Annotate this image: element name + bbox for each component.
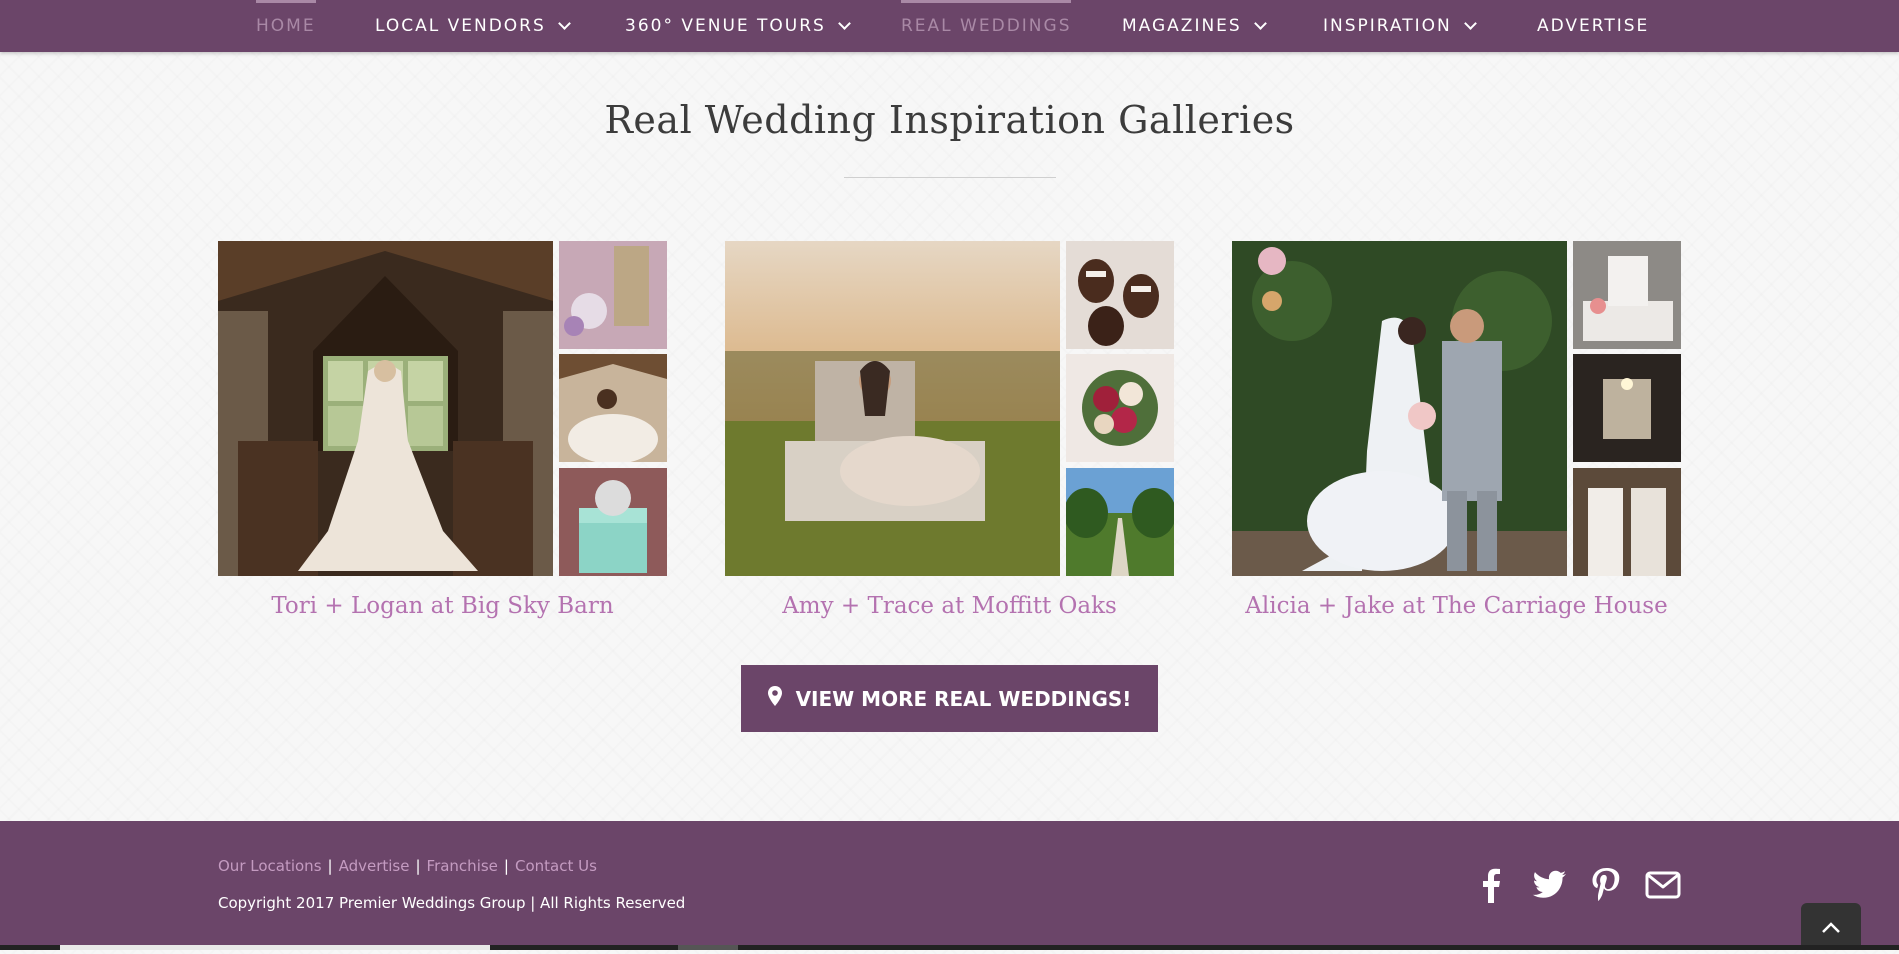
footer-separator: | [327, 857, 333, 875]
gallery-card: Amy + Trace at Moffitt Oaks [725, 241, 1174, 626]
nav-venue-tours-label: 360° VENUE TOURS [625, 16, 826, 36]
nav-home[interactable]: HOME [256, 0, 316, 52]
view-more-weddings-label: VIEW MORE REAL WEDDINGS! [795, 686, 1132, 711]
bottom-strip-segment [60, 945, 490, 950]
copyright-text: Copyright 2017 Premier Weddings Group | … [218, 894, 686, 912]
title-divider [844, 177, 1056, 178]
main-navigation: HOME LOCAL VENDORS 360° VENUE TOURS REAL… [0, 0, 1899, 52]
bottom-strip-segment [678, 945, 738, 950]
gallery-thumb[interactable] [1066, 354, 1174, 462]
bottom-strip [0, 945, 1899, 950]
gallery-title-link[interactable]: Tori + Logan at Big Sky Barn [218, 593, 667, 619]
footer: Our Locations | Advertise | Franchise | Contac… [0, 821, 1899, 950]
gallery-card: Tori + Logan at Big Sky Barn [218, 241, 667, 626]
chevron-down-icon [557, 16, 571, 30]
nav-advertise[interactable]: ADVERTISE [1537, 0, 1649, 52]
scroll-to-top-button[interactable] [1801, 903, 1861, 950]
nav-local-vendors[interactable]: LOCAL VENDORS [375, 0, 571, 52]
footer-separator: | [503, 857, 509, 875]
gallery-thumb[interactable] [1066, 241, 1174, 349]
footer-link-franchise[interactable]: Franchise [427, 857, 498, 875]
nav-local-vendors-label: LOCAL VENDORS [375, 16, 546, 36]
gallery-thumb[interactable] [1066, 468, 1174, 576]
footer-link-contact-us[interactable]: Contact Us [515, 857, 597, 875]
nav-inspiration[interactable]: INSPIRATION [1323, 0, 1477, 52]
section-title: Real Wedding Inspiration Galleries [604, 98, 1295, 142]
nav-magazines-label: MAGAZINES [1122, 16, 1242, 36]
nav-real-weddings[interactable]: REAL WEDDINGS [901, 0, 1072, 52]
footer-link-advertise[interactable]: Advertise [339, 857, 410, 875]
gallery-card: Alicia + Jake at The Carriage House [1232, 241, 1681, 626]
nav-inspiration-label: INSPIRATION [1323, 16, 1452, 36]
gallery-main-photo[interactable] [218, 241, 553, 576]
footer-link-our-locations[interactable]: Our Locations [218, 857, 322, 875]
nav-advertise-label: ADVERTISE [1537, 16, 1650, 36]
twitter-icon[interactable] [1529, 865, 1569, 905]
gallery-thumb[interactable] [1573, 241, 1681, 349]
footer-links: Our Locations | Advertise | Franchise | Contac… [218, 857, 597, 875]
nav-home-label: HOME [256, 16, 316, 36]
chevron-down-icon [1463, 16, 1477, 30]
gallery-title-link[interactable]: Amy + Trace at Moffitt Oaks [725, 593, 1174, 619]
view-more-weddings-button[interactable]: VIEW MORE REAL WEDDINGS! [741, 665, 1158, 732]
chevron-down-icon [1253, 16, 1267, 30]
gallery-title-link[interactable]: Alicia + Jake at The Carriage House [1232, 593, 1681, 619]
gallery-thumb[interactable] [559, 241, 667, 349]
nav-magazines[interactable]: MAGAZINES [1122, 0, 1267, 52]
gallery-main-photo[interactable] [1232, 241, 1567, 576]
gallery-thumb[interactable] [1573, 468, 1681, 576]
envelope-icon[interactable] [1643, 865, 1683, 905]
chevron-down-icon [837, 16, 851, 30]
pinterest-icon[interactable] [1586, 865, 1626, 905]
nav-real-weddings-label: REAL WEDDINGS [901, 16, 1072, 36]
gallery-thumb[interactable] [1573, 354, 1681, 462]
gallery-thumb[interactable] [559, 354, 667, 462]
map-pin-icon [767, 686, 782, 711]
gallery-thumb[interactable] [559, 468, 667, 576]
nav-venue-tours[interactable]: 360° VENUE TOURS [625, 0, 851, 52]
gallery-main-photo[interactable] [725, 241, 1060, 576]
facebook-icon[interactable] [1472, 865, 1512, 905]
footer-separator: | [415, 857, 421, 875]
